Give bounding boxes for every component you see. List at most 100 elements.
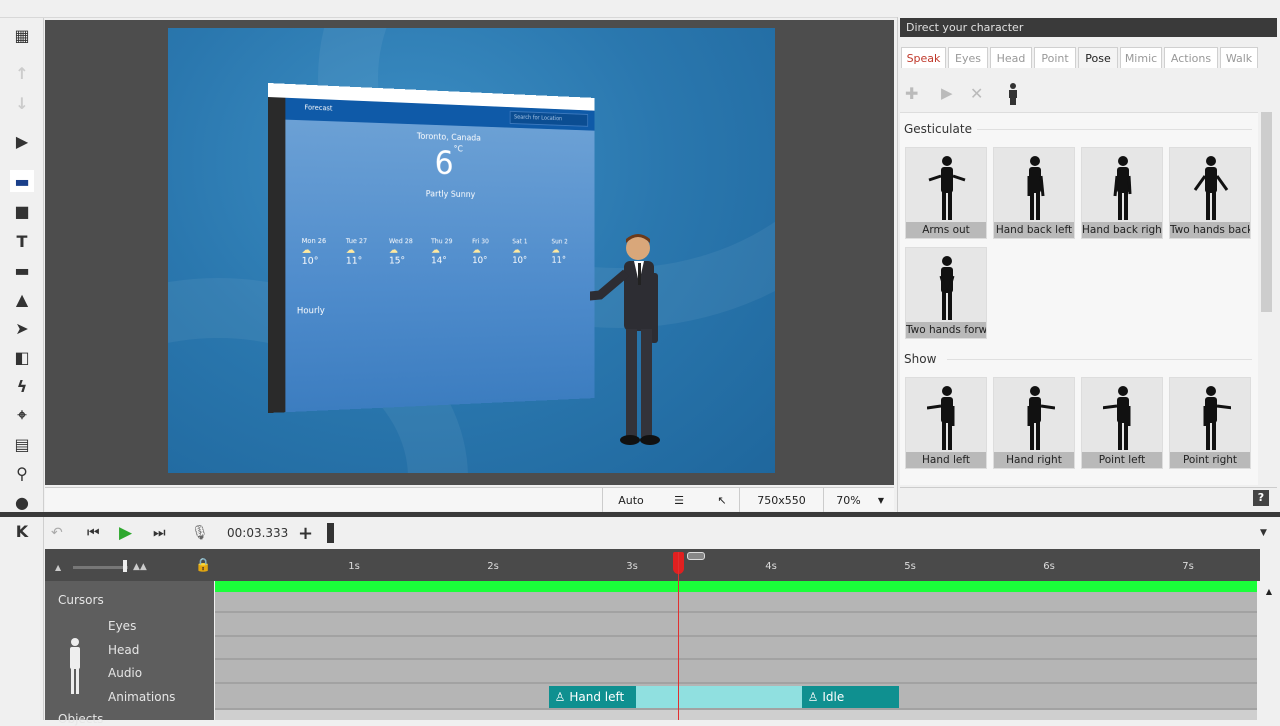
day-high: 11°	[551, 255, 566, 266]
character-icon[interactable]	[1007, 83, 1019, 105]
delete-icon[interactable]: ✕	[970, 84, 983, 103]
day-name: Sat 1	[512, 237, 528, 246]
collapse-icon[interactable]: ▼	[1260, 523, 1267, 543]
shape-icon[interactable]: ▬	[10, 259, 34, 281]
track-objects[interactable]: Objects	[58, 712, 103, 726]
zoom-slider[interactable]	[73, 566, 128, 569]
drop-icon[interactable]: ●	[10, 491, 34, 513]
day-high: 10°	[512, 255, 528, 266]
tick-label: 4s	[765, 561, 777, 572]
tab-speak[interactable]: Speak	[901, 47, 946, 68]
play-scene-icon[interactable]: ▶	[10, 130, 34, 152]
character[interactable]	[590, 233, 670, 448]
marker-icon[interactable]	[687, 552, 705, 560]
crosshair-icon[interactable]: ⌖	[10, 404, 34, 426]
k-icon[interactable]: K	[10, 520, 34, 542]
tab-head[interactable]: Head	[990, 47, 1032, 68]
animation-clip[interactable]: ♙ Idle	[801, 686, 899, 708]
track-animations[interactable]: Animations	[108, 690, 175, 704]
day-high: 10°	[472, 255, 488, 266]
pose-card[interactable]: Two hands forw	[905, 247, 987, 339]
marker-handle[interactable]	[327, 523, 334, 543]
pose-card[interactable]: Hand back left	[993, 147, 1075, 239]
track-eyes[interactable]: Eyes	[108, 619, 136, 633]
film-icon[interactable]: ▤	[10, 433, 34, 455]
lock-icon[interactable]: 🔒	[195, 558, 211, 573]
zoom-in-icon[interactable]: ▲▲	[133, 562, 147, 572]
microphone-icon[interactable]: 🎙	[191, 523, 209, 543]
divider	[977, 129, 1252, 130]
image-icon[interactable]: ▲	[10, 288, 34, 310]
pose-figure-icon	[927, 386, 955, 450]
search-icon[interactable]: ⚲	[10, 462, 34, 484]
track-head[interactable]: Head	[108, 643, 139, 657]
pointer-icon[interactable]: ➤	[10, 317, 34, 339]
chevron-down-icon[interactable]: ▼	[871, 488, 891, 512]
pose-card[interactable]: Hand right	[993, 377, 1075, 469]
pose-figure-icon	[1027, 156, 1045, 220]
pose-card[interactable]: Two hands back	[1169, 147, 1251, 239]
split-icon[interactable]: ◧	[10, 346, 34, 368]
top-toolbar	[0, 0, 1280, 18]
day-high: 15°	[388, 255, 405, 267]
timeline-scrollbar[interactable]: ▲	[1258, 581, 1280, 720]
cursor-icon[interactable]: ↖	[705, 488, 739, 512]
zoom-out-icon[interactable]: ▲	[55, 563, 61, 572]
pose-card[interactable]: Hand left	[905, 377, 987, 469]
canvas-statusbar: Auto ☰ ↖ 750x550 70% ▼	[45, 487, 894, 512]
grid-icon[interactable]: ▦	[10, 24, 34, 46]
tab-pose[interactable]: Pose	[1078, 47, 1118, 68]
pose-card[interactable]: Point right	[1169, 377, 1251, 469]
pose-card[interactable]: Point left	[1081, 377, 1163, 469]
undo-icon[interactable]: ↶	[51, 523, 63, 543]
pose-figure-icon	[1113, 156, 1132, 220]
tab-mimic[interactable]: Mimic	[1120, 47, 1162, 68]
add-icon[interactable]: +	[298, 523, 313, 544]
track-cursors[interactable]: Cursors	[58, 593, 104, 607]
track-audio[interactable]: Audio	[108, 666, 142, 680]
pose-card[interactable]: Arms out	[905, 147, 987, 239]
character-icon: ♙	[807, 690, 819, 704]
pose-card[interactable]: Hand back right	[1081, 147, 1163, 239]
speech-bubble-icon[interactable]: ▬	[10, 170, 34, 192]
pose-label: Hand right	[994, 452, 1074, 468]
animation-clip[interactable]	[636, 686, 802, 708]
cloud-icon: ☁	[551, 245, 560, 256]
skip-end-icon[interactable]: ⏭	[153, 523, 166, 543]
day-high: 11°	[345, 255, 363, 267]
arrow-up-icon[interactable]: ↑	[10, 62, 34, 84]
document-icon[interactable]: ■	[10, 200, 34, 222]
left-toolbar: ▦ ↑ ↓ ▶ ▬ ■ T ▬ ▲ ➤ ◧ ϟ ⌖ ▤ ⚲ ● K	[0, 18, 44, 720]
animation-clip[interactable]: ♙ Hand left	[548, 686, 637, 708]
pose-figure-icon	[1027, 386, 1055, 450]
day-name: Mon 26	[301, 237, 327, 246]
help-button[interactable]: ?	[1253, 490, 1269, 506]
slide[interactable]: Forecast Search for Location Toronto, Ca…	[168, 28, 775, 473]
tab-walk[interactable]: Walk	[1220, 47, 1258, 68]
play-button[interactable]: ▶	[119, 523, 132, 543]
tick-label: 2s	[487, 561, 499, 572]
zoom-select[interactable]: 70%	[823, 488, 873, 512]
tab-eyes[interactable]: Eyes	[948, 47, 988, 68]
play-pose-icon[interactable]: ▶	[941, 84, 953, 102]
pose-label: Hand left	[906, 452, 986, 468]
clear-format-icon[interactable]: ☰	[659, 488, 699, 512]
pose-label: Two hands forw	[906, 322, 986, 338]
flash-icon[interactable]: ϟ	[10, 375, 34, 397]
zoom-slider-thumb[interactable]	[123, 560, 127, 572]
skip-start-icon[interactable]: ⏮	[87, 523, 100, 543]
pose-label: Hand back right	[1082, 222, 1162, 238]
pose-list-scroll-thumb[interactable]	[1261, 112, 1272, 312]
mode-label[interactable]: Auto	[602, 488, 659, 512]
tab-point[interactable]: Point	[1034, 47, 1076, 68]
day-name: Tue 27	[345, 237, 368, 246]
resolution-label[interactable]: 750x550	[739, 488, 823, 512]
tick-label: 7s	[1182, 561, 1194, 572]
arrow-down-icon[interactable]: ↓	[10, 92, 34, 114]
progress-bar	[215, 581, 1257, 592]
tick-label: 3s	[626, 561, 638, 572]
text-icon[interactable]: T	[10, 230, 34, 252]
tab-actions[interactable]: Actions	[1164, 47, 1218, 68]
add-pose-icon[interactable]: ✚	[905, 84, 918, 103]
timeline-ruler[interactable]: ▲ ▲▲ 🔒 1s 2s 3s 4s 5s 6s 7s	[45, 549, 1260, 581]
